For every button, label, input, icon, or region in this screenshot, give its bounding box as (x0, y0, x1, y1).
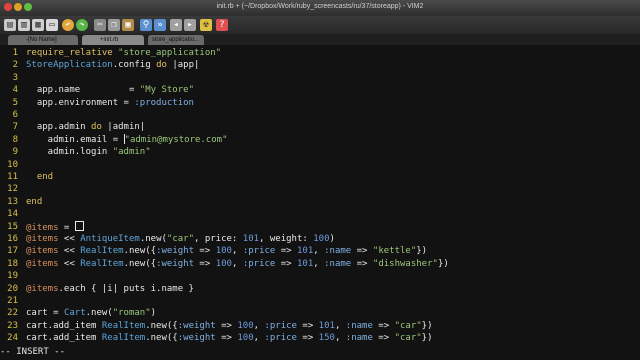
line-code: @items = (26, 220, 84, 234)
save-icon[interactable]: ▥ (18, 19, 30, 31)
forward-icon[interactable]: ▸ (184, 19, 196, 31)
line-number: 13 (7, 196, 18, 207)
code-line[interactable]: 22 cart = Cart.new("roman") (0, 307, 640, 319)
redo-icon[interactable]: ↷ (76, 19, 88, 31)
print-icon[interactable]: ▭ (46, 19, 58, 31)
code-line[interactable]: 21 (0, 295, 640, 307)
line-number: 11 (7, 172, 18, 182)
code-line[interactable]: 5 app.environment = :production (0, 97, 640, 109)
line-number: 7 (12, 122, 18, 133)
save-all-icon[interactable]: ▦ (32, 19, 44, 31)
code-line[interactable]: 24 cart.add_item RealItem.new({:weight =>… (0, 332, 640, 344)
line-code: app.environment = :production (26, 97, 194, 108)
window-titlebar: init.rb + (~/Dropbox/Work/ruby_screencas… (0, 0, 640, 16)
status-bar: -- INSERT -- (0, 345, 640, 360)
line-code: app.admin do |admin| (26, 122, 146, 133)
line-code: @items.each { |i| puts i.name } (26, 283, 194, 294)
line-number: 18 (7, 258, 18, 269)
code-line[interactable]: 8 admin.email = "admin@mystore.com" (0, 133, 640, 146)
code-editor[interactable]: 1 require_relative "store_application" 2 St… (0, 45, 640, 345)
line-code: cart.add_item RealItem.new({:weight => 1… (26, 333, 433, 344)
line-code: admin.login "admin" (26, 147, 151, 158)
tab-label: +init.rb (100, 37, 119, 43)
code-line[interactable]: 20 @items.each { |i| puts i.name } (0, 283, 640, 295)
line-number: 2 (12, 60, 18, 71)
line-code: @items << RealItem.new({:weight => 100, … (26, 246, 428, 257)
line-code: cart.add_item RealItem.new({:weight => 1… (26, 320, 433, 331)
line-number: 8 (12, 134, 18, 145)
code-line[interactable]: 19 (0, 270, 640, 282)
line-number: 20 (7, 283, 18, 294)
undo-icon[interactable]: ↶ (62, 19, 74, 31)
code-line[interactable]: 12 (0, 183, 640, 195)
tab-init-rb[interactable]: +init.rb (82, 35, 144, 45)
line-number: 24 (7, 333, 18, 344)
code-line[interactable]: 18 @items << RealItem.new({:weight => 100… (0, 258, 640, 270)
line-code: admin.email = "admin@mystore.com" (26, 133, 228, 145)
code-line[interactable]: 9 admin.login "admin" (0, 146, 640, 158)
code-line[interactable]: 3 (0, 72, 640, 84)
tab-label: -[No Name] (26, 37, 57, 43)
toolbar: ▤ ▥ ▦ ▭ ↶ ↷ ✂ ❐ ▣ ⚲ » ◂ ▸ ☢ ? (0, 16, 640, 34)
find-next-icon[interactable]: » (154, 19, 166, 31)
code-line[interactable]: 16 @items << AntiqueItem.new("car", price… (0, 233, 640, 245)
window-title: init.rb + (~/Dropbox/Work/ruby_screencas… (216, 3, 424, 10)
line-number: 21 (7, 296, 18, 306)
code-line[interactable]: 1 require_relative "store_application" (0, 47, 640, 59)
line-code: require_relative "store_application" (26, 48, 222, 58)
line-number: 17 (7, 246, 18, 257)
placeholder-box (74, 220, 84, 231)
copy-icon[interactable]: ❐ (108, 19, 120, 31)
line-code: app.name = "My Store" (26, 85, 194, 96)
line-number: 3 (12, 72, 18, 83)
line-number: 6 (12, 110, 18, 120)
tab-no-name[interactable]: -[No Name] (8, 35, 78, 45)
code-line[interactable]: 6 (0, 109, 640, 121)
find-icon[interactable]: ⚲ (140, 19, 152, 31)
open-icon[interactable]: ▤ (4, 19, 16, 31)
code-line[interactable]: 13 end (0, 196, 640, 208)
code-line[interactable]: 10 (0, 159, 640, 171)
line-code: @items << AntiqueItem.new("car", price: … (26, 234, 335, 244)
line-code: end (26, 196, 43, 207)
paste-icon[interactable]: ▣ (122, 19, 134, 31)
line-number: 12 (7, 184, 18, 195)
line-number: 4 (12, 85, 18, 96)
code-line[interactable]: 4 app.name = "My Store" (0, 84, 640, 96)
help-icon[interactable]: ? (216, 19, 228, 31)
line-number: 23 (7, 320, 18, 331)
line-code: @items << RealItem.new({:weight => 100, … (26, 258, 449, 269)
code-line[interactable]: 15 @items = (0, 220, 640, 234)
line-number: 9 (12, 147, 18, 158)
line-code: end (26, 172, 54, 182)
code-line[interactable]: 14 (0, 208, 640, 220)
code-line[interactable]: 2 StoreApplication.config do |app| (0, 59, 640, 71)
line-number: 15 (7, 221, 18, 232)
code-line[interactable]: 11 end (0, 171, 640, 183)
mode-indicator: -- INSERT -- (0, 347, 66, 357)
run-icon[interactable]: ☢ (200, 19, 212, 31)
line-code: StoreApplication.config do |app| (26, 60, 200, 71)
line-number: 1 (12, 48, 18, 58)
code-line[interactable]: 7 app.admin do |admin| (0, 121, 640, 133)
code-line[interactable]: 23 cart.add_item RealItem.new({:weight =>… (0, 320, 640, 332)
tab-label: store_applicatio... (152, 37, 200, 43)
line-number: 22 (7, 308, 18, 319)
code-line[interactable]: 17 @items << RealItem.new({:weight => 100… (0, 245, 640, 257)
tab-bar: -[No Name] +init.rb store_applicatio... (0, 34, 640, 45)
back-icon[interactable]: ◂ (170, 19, 182, 31)
line-number: 10 (7, 159, 18, 170)
cut-icon[interactable]: ✂ (94, 19, 106, 31)
line-number: 16 (7, 234, 18, 244)
line-number: 19 (7, 271, 18, 282)
tab-store-application[interactable]: store_applicatio... (148, 35, 204, 45)
line-number: 14 (7, 209, 18, 220)
line-number: 5 (12, 97, 18, 108)
line-code: cart = Cart.new("roman") (26, 308, 157, 319)
